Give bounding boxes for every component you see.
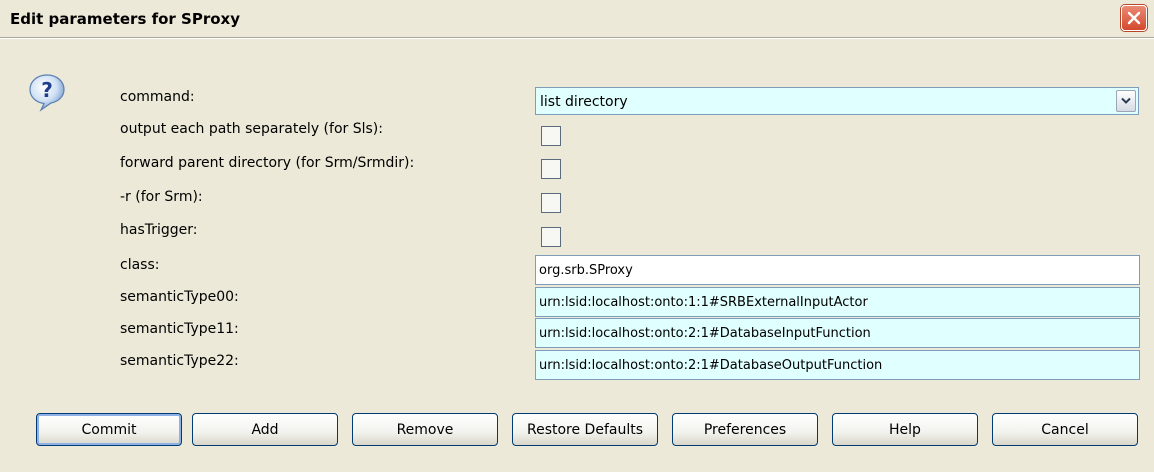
remove-button[interactable]: Remove bbox=[352, 413, 498, 446]
chevron-down-icon bbox=[1121, 97, 1131, 104]
cancel-button[interactable]: Cancel bbox=[992, 413, 1138, 446]
semantic-type-11-value: urn:lsid:localhost:onto:2:1#DatabaseInpu… bbox=[539, 326, 871, 341]
dialog-title: Edit parameters for SProxy bbox=[10, 10, 240, 28]
label-forward-parent: forward parent directory (for Srm/Srmdir… bbox=[120, 155, 415, 171]
label-has-trigger: hasTrigger: bbox=[120, 222, 198, 238]
dropdown-button[interactable] bbox=[1116, 90, 1136, 112]
semantic-type-00-field[interactable]: urn:lsid:localhost:onto:1:1#SRBExternalI… bbox=[535, 287, 1140, 317]
label-semantic-type-11: semanticType11: bbox=[120, 321, 239, 337]
forward-parent-checkbox[interactable] bbox=[541, 159, 561, 179]
command-select[interactable]: list directory bbox=[535, 87, 1139, 115]
close-icon bbox=[1127, 11, 1141, 25]
add-button[interactable]: Add bbox=[192, 413, 338, 446]
semantic-type-11-field[interactable]: urn:lsid:localhost:onto:2:1#DatabaseInpu… bbox=[535, 318, 1140, 348]
label-command: command: bbox=[120, 89, 195, 105]
label-semantic-type-00: semanticType00: bbox=[120, 289, 239, 305]
commit-button[interactable]: Commit bbox=[36, 413, 182, 446]
label-class: class: bbox=[120, 257, 160, 273]
title-bar: Edit parameters for SProxy bbox=[0, 0, 1154, 38]
svg-text:?: ? bbox=[41, 78, 53, 102]
r-srm-checkbox[interactable] bbox=[541, 193, 561, 213]
restore-defaults-button[interactable]: Restore Defaults bbox=[512, 413, 658, 446]
output-each-path-checkbox[interactable] bbox=[541, 126, 561, 146]
close-button[interactable] bbox=[1121, 5, 1147, 31]
class-field-value: org.srb.SProxy bbox=[539, 263, 633, 278]
label-output-each-path: output each path separately (for Sls): bbox=[120, 121, 383, 137]
has-trigger-checkbox[interactable] bbox=[541, 227, 561, 247]
semantic-type-00-value: urn:lsid:localhost:onto:1:1#SRBExternalI… bbox=[539, 295, 868, 310]
preferences-button[interactable]: Preferences bbox=[672, 413, 818, 446]
label-semantic-type-22: semanticType22: bbox=[120, 353, 239, 369]
question-icon: ? bbox=[29, 74, 65, 112]
semantic-type-22-value: urn:lsid:localhost:onto:2:1#DatabaseOutp… bbox=[539, 358, 883, 373]
command-select-value: list directory bbox=[540, 94, 628, 110]
semantic-type-22-field[interactable]: urn:lsid:localhost:onto:2:1#DatabaseOutp… bbox=[535, 350, 1140, 380]
dialog-body: ? command: output each path separately (… bbox=[0, 39, 1154, 472]
label-r-srm: -r (for Srm): bbox=[120, 189, 203, 205]
class-field[interactable]: org.srb.SProxy bbox=[535, 255, 1140, 285]
help-button[interactable]: Help bbox=[832, 413, 978, 446]
